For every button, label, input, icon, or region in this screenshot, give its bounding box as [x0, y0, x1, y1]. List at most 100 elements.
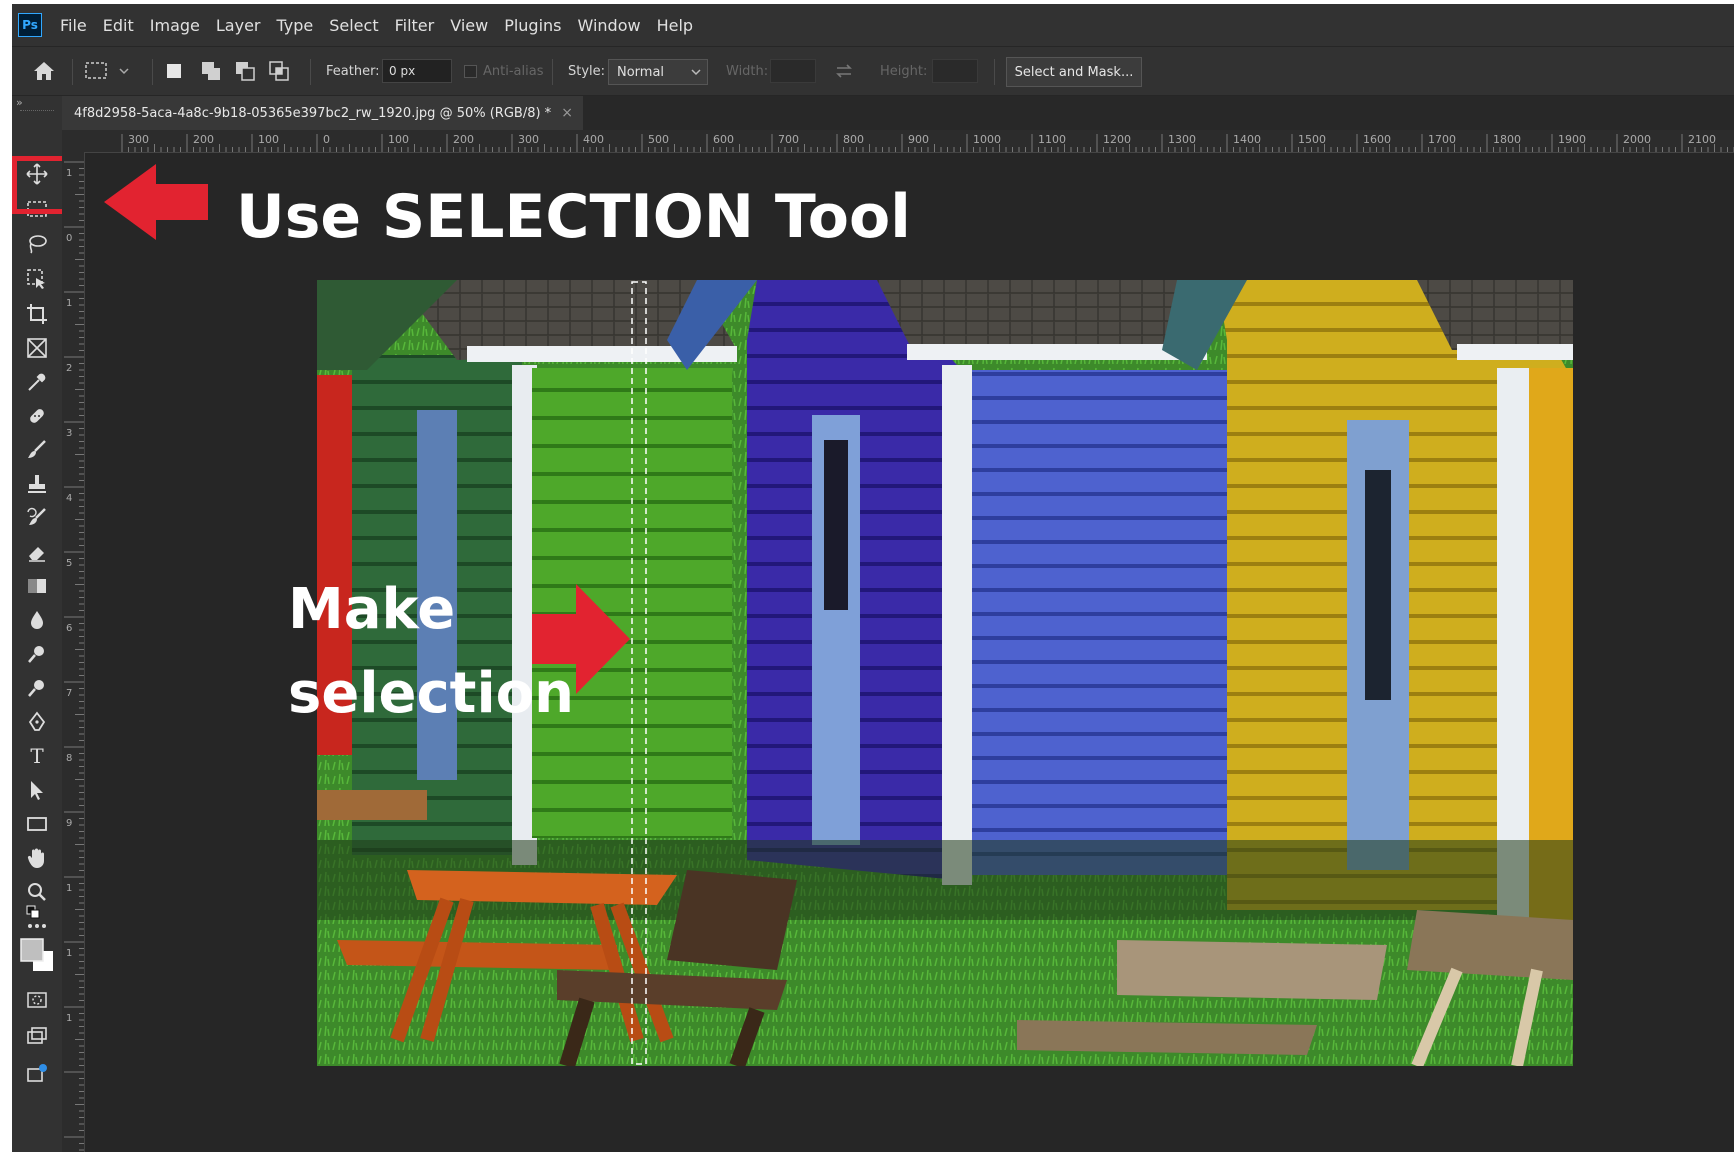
antialias-checkbox[interactable]: Anti-alias [464, 47, 543, 95]
ruler-v-label: 8 [66, 753, 72, 764]
dodge-tool-button[interactable] [18, 639, 56, 669]
eyedropper-tool-button[interactable] [18, 367, 56, 397]
antialias-checkbox-box [464, 64, 477, 78]
ruler-h-label: 100 [388, 133, 409, 146]
lasso-tool-icon [29, 235, 47, 254]
default-colors-icon [26, 905, 40, 919]
menu-view[interactable]: View [442, 16, 496, 35]
menu-type[interactable]: Type [268, 16, 321, 35]
ruler-h-label: 1700 [1428, 133, 1456, 146]
quick-mask-button[interactable] [18, 985, 56, 1015]
gradient-tool-icon [28, 579, 46, 593]
blur-tool-button[interactable] [18, 605, 56, 635]
brush-tool-icon [28, 440, 46, 458]
brush-tool-button[interactable] [18, 435, 56, 465]
share-button[interactable] [18, 1059, 56, 1089]
healing-brush-tool-button[interactable] [18, 401, 56, 431]
document-tab-bar: 4f8d2958-5aca-4a8c-9b18-05365e397bc2_rw_… [62, 96, 1734, 130]
gradient-tool-button[interactable] [18, 571, 56, 601]
ruler-v-label: 1 [66, 883, 72, 894]
hand-tool-button[interactable] [18, 843, 56, 873]
subtract-from-selection-button[interactable] [234, 47, 260, 95]
history-brush-tool-button[interactable] [18, 503, 56, 533]
ruler-h-label: 1300 [1168, 133, 1196, 146]
default-colors-button[interactable] [18, 901, 56, 931]
ruler-v-label: 5 [66, 558, 72, 569]
callout-make-selection-line1: Make [288, 577, 456, 642]
eraser-tool-button[interactable] [18, 537, 56, 567]
menu-image[interactable]: Image [142, 16, 208, 35]
ruler-h-label: 1400 [1233, 133, 1261, 146]
tool-preset-picker[interactable] [84, 47, 136, 95]
eyedropper-tool-icon [28, 373, 46, 391]
style-select[interactable]: Normal [608, 59, 708, 85]
ruler-v-label: 7 [66, 688, 72, 699]
ruler-h-label: 800 [843, 133, 864, 146]
ruler-h-label: 1500 [1298, 133, 1326, 146]
ruler-v-label: 1 [66, 168, 72, 179]
horizontal-ruler: 300 200 100 0 100 200 300 400 500 600 700 800 900 100… [62, 130, 1734, 153]
width-input[interactable] [770, 59, 816, 83]
rectangle-tool-button[interactable] [18, 809, 56, 839]
rectangle-tool-icon [27, 817, 47, 831]
ruler-v-label: 1 [66, 1013, 72, 1024]
menu-layer[interactable]: Layer [208, 16, 269, 35]
menu-file[interactable]: File [52, 16, 95, 35]
screen-mode-button[interactable] [18, 1021, 56, 1051]
marquee-preset-icon [85, 62, 129, 79]
feather-input[interactable]: 0 px [382, 59, 452, 83]
new-selection-button[interactable] [164, 47, 190, 95]
path-selection-tool-button[interactable] [18, 775, 56, 805]
object-selection-tool-button[interactable] [18, 264, 56, 294]
menu-bar: Ps File Edit Image Layer Type Select Fil… [12, 4, 1734, 46]
collapse-panel-icon[interactable]: » [16, 96, 23, 109]
home-button[interactable] [30, 47, 58, 95]
clone-stamp-tool-button[interactable] [18, 469, 56, 499]
height-input[interactable] [932, 59, 978, 83]
swap-width-height-button[interactable] [834, 47, 860, 95]
ruler-v-label: 3 [66, 428, 72, 439]
ruler-h-label: 1200 [1103, 133, 1131, 146]
ruler-h-label: 1800 [1493, 133, 1521, 146]
swap-icon [836, 64, 852, 78]
subtract-from-selection-icon [236, 62, 255, 81]
eraser-tool-icon [29, 547, 45, 562]
add-to-selection-button[interactable] [200, 47, 226, 95]
callout-use-selection-tool: Use SELECTION Tool [236, 182, 911, 252]
photoshop-logo[interactable]: Ps [18, 13, 42, 37]
red-arrow-left-icon [104, 164, 208, 240]
menu-select[interactable]: Select [321, 16, 386, 35]
magnify-dodge-tool-button[interactable] [18, 673, 56, 703]
ruler-h-label: 2100 [1688, 133, 1716, 146]
feather-label: Feather: [326, 63, 380, 79]
home-icon [34, 62, 54, 80]
ruler-h-label: 1600 [1363, 133, 1391, 146]
menu-filter[interactable]: Filter [387, 16, 443, 35]
pen-tool-icon [28, 711, 46, 731]
type-tool-icon: T [30, 744, 44, 768]
frame-tool-icon [27, 338, 47, 358]
add-to-selection-icon [202, 62, 220, 80]
ruler-h-label: 300 [518, 133, 539, 146]
pen-tool-button[interactable] [18, 707, 56, 737]
style-label: Style: [568, 63, 606, 79]
foreground-background-color-button[interactable] [18, 935, 56, 975]
tools-panel: » T [12, 96, 63, 1152]
menu-help[interactable]: Help [649, 16, 701, 35]
menu-window[interactable]: Window [570, 16, 649, 35]
document-tab[interactable]: 4f8d2958-5aca-4a8c-9b18-05365e397bc2_rw_… [62, 96, 583, 130]
close-tab-icon[interactable]: × [561, 105, 573, 121]
select-and-mask-button[interactable]: Select and Mask... [1006, 57, 1142, 87]
menu-edit[interactable]: Edit [95, 16, 142, 35]
options-bar: Feather: 0 px Anti-alias Style: Normal W… [12, 46, 1734, 96]
crop-tool-icon [27, 304, 47, 324]
lasso-tool-button[interactable] [18, 229, 56, 259]
history-brush-tool-icon [27, 507, 46, 525]
hand-tool-icon [27, 848, 44, 868]
crop-tool-button[interactable] [18, 299, 56, 329]
menu-plugins[interactable]: Plugins [496, 16, 569, 35]
intersect-selection-button[interactable] [268, 47, 294, 95]
frame-tool-button[interactable] [18, 333, 56, 363]
type-tool-button[interactable]: T [18, 741, 56, 771]
ruler-h-label: 1000 [973, 133, 1001, 146]
